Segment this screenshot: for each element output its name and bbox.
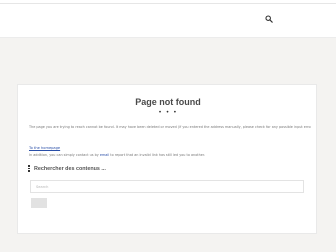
heading-dots-icon: [28, 165, 31, 172]
title-separator: • • •: [158, 109, 178, 116]
top-navigation-bar: [0, 0, 336, 38]
contact-prefix: In addition, you can simply contact us b…: [29, 153, 100, 157]
contact-message: In addition, you can simply contact us b…: [29, 153, 311, 157]
not-found-card: Page not found • • • The page you are tr…: [17, 84, 317, 234]
search-heading-label: Rechercher des contenus ...: [34, 165, 106, 172]
error-message: The page you are trying to reach cannot …: [29, 125, 311, 129]
search-submit-button[interactable]: [31, 198, 47, 208]
email-link[interactable]: email: [100, 153, 109, 157]
top-divider: [0, 3, 336, 4]
search-input[interactable]: [30, 180, 304, 193]
contact-suffix: to report that an invalid link has still…: [109, 153, 206, 157]
search-heading: Rechercher des contenus ...: [28, 165, 106, 172]
page-title: Page not found: [135, 97, 201, 107]
homepage-link[interactable]: To the homepage: [29, 146, 60, 150]
search-icon: [265, 15, 273, 23]
header-search-button[interactable]: [262, 12, 276, 26]
